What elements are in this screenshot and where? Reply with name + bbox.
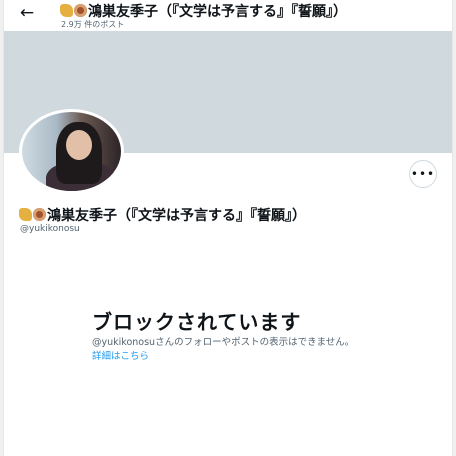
arrow-left-icon: ←: [19, 3, 35, 23]
avatar-face-shape: [66, 130, 92, 160]
profile-page: ← 鴻巣友季子（『文学は予言する』『誓願』） 2.9万 件のポスト ••• 鴻巣…: [3, 0, 453, 456]
profile-name: 鴻巣友季子（『文学は予言する』『誓願』）: [19, 205, 306, 225]
profile-name-text: 鴻巣友季子（『文学は予言する』『誓願』）: [47, 208, 306, 224]
blocked-message-text: @yukikonosuさんのフォローやポストの表示はできません。: [92, 337, 355, 348]
monkey-icon: [33, 208, 46, 221]
more-button[interactable]: •••: [409, 160, 437, 188]
dog-icon: [60, 4, 73, 17]
more-horizontal-icon: •••: [410, 167, 436, 181]
blocked-title: ブロックされています: [92, 310, 302, 334]
monkey-icon: [74, 4, 87, 17]
back-button[interactable]: ←: [16, 2, 38, 24]
learn-more-link[interactable]: 詳細はこちら: [92, 351, 149, 362]
dog-icon: [19, 208, 32, 221]
top-bar: ← 鴻巣友季子（『文学は予言する』『誓願』） 2.9万 件のポスト: [4, 0, 452, 31]
profile-handle: @yukikonosu: [20, 224, 80, 234]
blocked-message: @yukikonosuさんのフォローやポストの表示はできません。詳細はこちら: [92, 336, 357, 364]
header-title-text: 鴻巣友季子（『文学は予言する』『誓願』）: [88, 4, 347, 20]
avatar[interactable]: [19, 109, 124, 194]
post-count: 2.9万 件のポスト: [61, 20, 125, 29]
header-title: 鴻巣友季子（『文学は予言する』『誓願』）: [60, 1, 347, 21]
